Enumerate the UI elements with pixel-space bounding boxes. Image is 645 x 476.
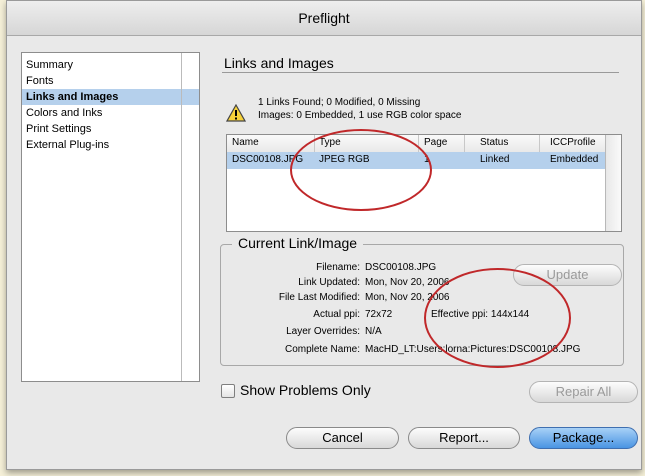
warning-triangle-icon bbox=[226, 104, 246, 122]
complete-name-label: Complete Name: bbox=[284, 344, 360, 355]
annotation-circle-effective-ppi bbox=[424, 268, 571, 368]
layer-overrides-label: Layer Overrides: bbox=[286, 326, 360, 337]
sidebar-item-print-settings[interactable]: Print Settings bbox=[22, 121, 199, 137]
actual-ppi-value: 72x72 bbox=[365, 309, 393, 320]
window-title: Preflight bbox=[7, 1, 641, 36]
section-divider bbox=[222, 72, 619, 73]
column-header-status[interactable]: Status bbox=[480, 137, 508, 148]
sidebar: Summary Fonts Links and Images Colors an… bbox=[21, 52, 200, 382]
column-separator bbox=[464, 135, 465, 152]
sidebar-divider bbox=[181, 53, 182, 381]
repair-all-button[interactable]: Repair All bbox=[529, 381, 638, 403]
actual-ppi-label: Actual ppi: bbox=[313, 309, 360, 320]
package-button[interactable]: Package... bbox=[529, 427, 638, 449]
cancel-button[interactable]: Cancel bbox=[286, 427, 399, 449]
link-updated-value: Mon, Nov 20, 2006 bbox=[365, 277, 450, 288]
section-title: Links and Images bbox=[224, 55, 334, 71]
link-updated-label: Link Updated: bbox=[298, 277, 360, 288]
filename-label: Filename: bbox=[316, 262, 360, 273]
column-separator bbox=[539, 135, 540, 152]
row-iccprofile: Embedded bbox=[550, 154, 599, 165]
report-button[interactable]: Report... bbox=[408, 427, 520, 449]
sidebar-item-colors-and-inks[interactable]: Colors and Inks bbox=[22, 105, 199, 121]
sidebar-item-links-and-images[interactable]: Links and Images bbox=[22, 89, 199, 105]
current-link-title: Current Link/Image bbox=[232, 235, 364, 251]
column-header-name[interactable]: Name bbox=[232, 137, 259, 148]
layer-overrides-value: N/A bbox=[365, 326, 382, 337]
table-scrollbar[interactable] bbox=[605, 135, 621, 231]
row-status: Linked bbox=[480, 154, 510, 165]
images-summary: Images: 0 Embedded, 1 use RGB color spac… bbox=[258, 110, 462, 121]
file-modified-label: File Last Modified: bbox=[278, 292, 360, 303]
annotation-circle-type bbox=[290, 129, 432, 211]
column-header-page[interactable]: Page bbox=[424, 137, 447, 148]
sidebar-item-external-plug-ins[interactable]: External Plug-ins bbox=[22, 137, 199, 153]
sidebar-item-summary[interactable]: Summary bbox=[22, 57, 199, 73]
sidebar-item-fonts[interactable]: Fonts bbox=[22, 73, 199, 89]
filename-value: DSC00108.JPG bbox=[365, 262, 437, 273]
column-header-iccprofile[interactable]: ICCProfile bbox=[550, 137, 596, 148]
show-problems-checkbox[interactable] bbox=[221, 384, 235, 398]
show-problems-label[interactable]: Show Problems Only bbox=[240, 382, 371, 398]
links-summary: 1 Links Found; 0 Modified, 0 Missing bbox=[258, 97, 421, 108]
